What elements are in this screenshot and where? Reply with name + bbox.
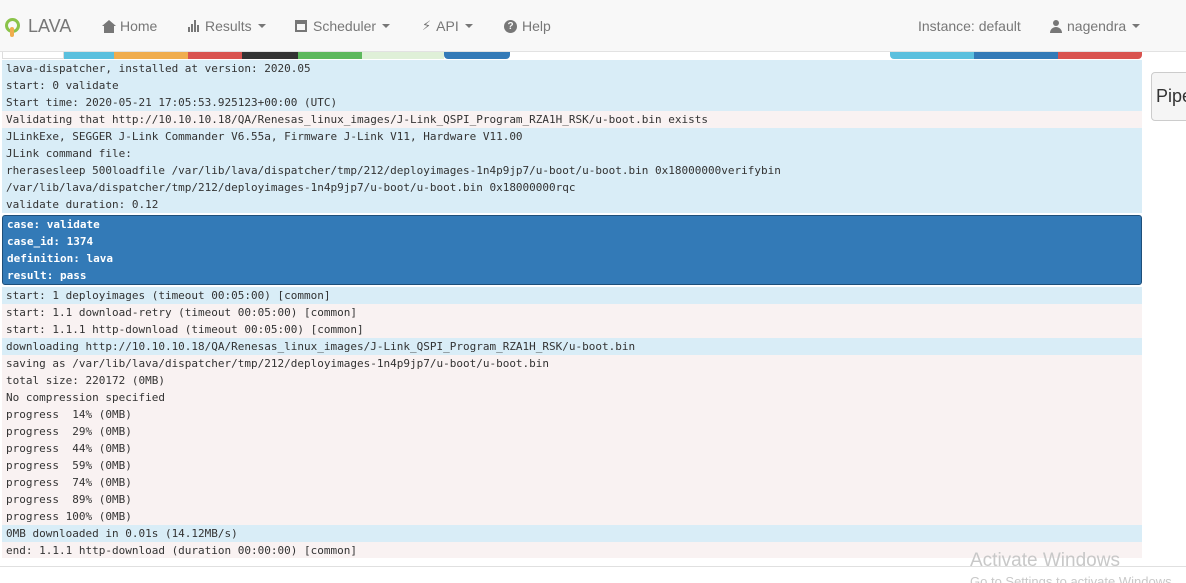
log-line: JLink command file: — [6, 147, 132, 160]
log-filter-tab-error[interactable] — [188, 52, 242, 59]
nav-api-dropdown[interactable]: ⚡ API — [422, 17, 473, 35]
log-filter-tab-all[interactable] — [2, 52, 64, 59]
log-line: 0MB downloaded in 0.01s (14.12MB/s) — [6, 527, 238, 540]
log-nav-tab-3[interactable] — [1058, 52, 1142, 59]
lava-logo-icon — [4, 14, 22, 38]
flash-icon: ⚡ — [422, 18, 432, 33]
result-line: case: validate — [7, 218, 100, 231]
nav-help-label: Help — [522, 18, 551, 34]
log-debug-group: start: 1.1 download-retry (timeout 00:05… — [2, 304, 1142, 338]
log-filter-tab-target[interactable] — [362, 52, 444, 59]
log-line: start: 0 validate — [6, 79, 119, 92]
log-filter-tab-input[interactable] — [298, 52, 362, 59]
help-icon: ? — [504, 19, 517, 33]
windows-activation-watermark: Activate Windows Go to Settings to activ… — [970, 550, 1175, 583]
log-line: rherasesleep 500loadfile /var/lib/lava/d… — [6, 164, 781, 177]
log-nav-tab-2[interactable] — [974, 52, 1058, 59]
bar-chart-icon — [188, 20, 200, 32]
log-line: progress 89% (0MB) — [6, 493, 132, 506]
log-line: progress 100% (0MB) — [6, 510, 132, 523]
log-info-group: JLinkExe, SEGGER J-Link Commander V6.55a… — [2, 128, 1142, 213]
log-line: saving as /var/lib/lava/dispatcher/tmp/2… — [6, 357, 550, 370]
log-line: progress 29% (0MB) — [6, 425, 132, 438]
result-line: result: pass — [7, 269, 87, 282]
log-filter-tab-warning[interactable] — [114, 52, 188, 59]
log-line: start: 1.1 download-retry (timeout 00:05… — [6, 306, 357, 319]
log-line: progress 59% (0MB) — [6, 459, 132, 472]
chevron-down-icon — [382, 24, 391, 28]
brand-name: LAVA — [28, 15, 72, 36]
nav-results-dropdown[interactable]: Results — [188, 17, 266, 35]
chevron-down-icon — [464, 24, 473, 28]
nav-api-label: API — [436, 18, 459, 34]
log-info-group: lava-dispatcher, installed at version: 2… — [2, 60, 1142, 111]
pipeline-button[interactable]: Pipe — [1151, 72, 1186, 121]
user-icon — [1050, 19, 1062, 33]
log-filter-tab-results[interactable] — [444, 52, 510, 59]
log-line: No compression specified — [6, 391, 165, 404]
log-filter-tab-exception[interactable] — [242, 52, 298, 59]
log-line: validate duration: 0.12 — [6, 198, 159, 211]
log-line: Start time: 2020-05-21 17:05:53.925123+0… — [6, 96, 338, 109]
log-line: lava-dispatcher, installed at version: 2… — [6, 62, 311, 75]
top-navbar: LAVA Home Results Scheduler ⚡ API ? Help… — [0, 0, 1186, 52]
instance-label: Instance: default — [918, 18, 1021, 34]
log-info-group: downloading http://10.10.10.18/QA/Renesa… — [2, 338, 1142, 355]
nav-help[interactable]: ? Help — [504, 17, 551, 35]
log-line: start: 1.1.1 http-download (timeout 00:0… — [6, 323, 364, 336]
nav-scheduler-label: Scheduler — [313, 18, 377, 34]
log-line: downloading http://10.10.10.18/QA/Renesa… — [6, 340, 636, 353]
user-name: nagendra — [1067, 18, 1127, 34]
nav-results-label: Results — [205, 18, 252, 34]
log-info-group: 0MB downloaded in 0.01s (14.12MB/s) — [2, 525, 1142, 542]
log-line: /var/lib/lava/dispatcher/tmp/212/deployi… — [6, 181, 576, 194]
log-debug-group: saving as /var/lib/lava/dispatcher/tmp/2… — [2, 355, 1142, 525]
log-filter-tab-info[interactable] — [64, 52, 114, 59]
log-line: JLinkExe, SEGGER J-Link Commander V6.55a… — [6, 130, 523, 143]
log-nav-tab-1[interactable] — [890, 52, 974, 59]
log-debug-group: Validating that http://10.10.10.18/QA/Re… — [2, 111, 1142, 128]
calendar-icon — [295, 20, 307, 32]
log-line: Validating that http://10.10.10.18/QA/Re… — [6, 113, 708, 126]
log-line: start: 1 deployimages (timeout 00:05:00)… — [6, 289, 331, 302]
home-icon — [102, 19, 116, 33]
watermark-title: Activate Windows — [970, 550, 1120, 571]
nav-home[interactable]: Home — [102, 17, 157, 35]
chevron-down-icon — [257, 24, 266, 28]
log-line: progress 44% (0MB) — [6, 442, 132, 455]
log-line: total size: 220172 (0MB) — [6, 374, 165, 387]
watermark-subtitle: Go to Settings to activate Windows. — [970, 574, 1176, 583]
test-result-block[interactable]: case: validate case_id: 1374 definition:… — [2, 215, 1142, 285]
result-line: definition: lava — [7, 252, 113, 265]
brand-link[interactable]: LAVA — [4, 14, 71, 38]
nav-home-label: Home — [120, 18, 158, 34]
user-menu-dropdown[interactable]: nagendra — [1050, 17, 1141, 35]
result-line: case_id: 1374 — [7, 235, 94, 248]
log-line: progress 74% (0MB) — [6, 476, 132, 489]
log-info-group: start: 1 deployimages (timeout 00:05:00)… — [2, 287, 1142, 304]
log-line: progress 14% (0MB) — [6, 408, 132, 421]
nav-scheduler-dropdown[interactable]: Scheduler — [295, 17, 391, 35]
job-log: lava-dispatcher, installed at version: 2… — [2, 60, 1142, 558]
chevron-down-icon — [1132, 24, 1141, 28]
